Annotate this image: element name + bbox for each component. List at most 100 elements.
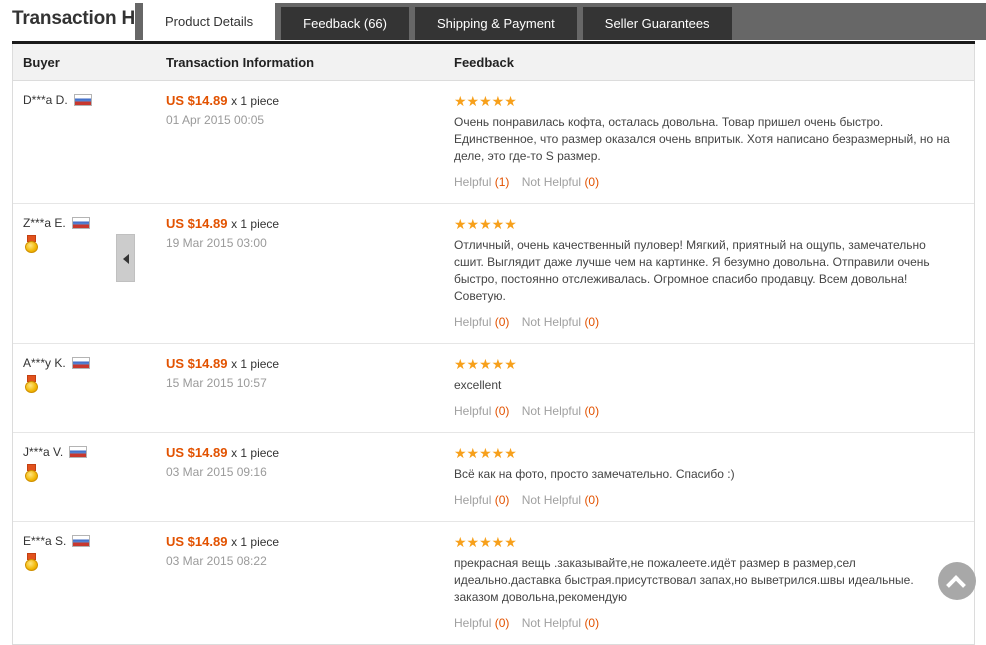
buyer-name-line: E***a S. [23,534,166,548]
star-rating: ★★★★★ [454,216,517,232]
transaction-date: 01 Apr 2015 00:05 [166,113,265,127]
buyer-cell: D***a D. [13,93,166,189]
buyer-name: E***a S. [23,534,67,548]
feedback-cell: ★★★★★ Отличный, очень качественный пулов… [454,216,974,329]
medal-icon [25,235,38,253]
table-row: Z***a E. US $14.89 x 1 piece 19 Mar 2015… [13,204,974,344]
not-helpful-label: Not Helpful [521,404,582,418]
price-quantity: x 1 piece [231,357,280,371]
not-helpful-link[interactable]: Not Helpful (0) [522,493,599,507]
not-helpful-label: Not Helpful [521,616,582,630]
not-helpful-link[interactable]: Not Helpful (0) [522,404,599,418]
column-header-buyer: Buyer [23,54,60,70]
tab-seller-guarantees[interactable]: Seller Guarantees [582,7,732,40]
transaction-cell: US $14.89 x 1 piece 03 Mar 2015 09:16 [166,445,454,507]
helpful-label: Helpful [454,616,492,630]
price-amount: US $14.89 [166,445,228,460]
tab-shipping-payment[interactable]: Shipping & Payment [414,7,577,40]
helpful-link[interactable]: Helpful (1) [454,175,509,189]
medal-icon [25,375,38,393]
feedback-text: Очень понравилась кофта, осталась доволь… [454,115,950,163]
medal-disc [25,470,38,482]
helpful-label: Helpful [454,175,492,189]
star-rating: ★★★★★ [454,534,517,550]
transaction-date: 19 Mar 2015 03:00 [166,236,267,250]
transaction-price: US $14.89 x 1 piece [166,356,454,371]
price-amount: US $14.89 [166,216,228,231]
helpful-count: (0) [494,404,510,418]
table-row: A***y K. US $14.89 x 1 piece 15 Mar 2015… [13,344,974,433]
not-helpful-label: Not Helpful [521,175,582,189]
page-container: Transaction History Product Details Feed… [0,0,986,645]
collapse-panel-handle[interactable] [116,234,135,282]
helpful-row: Helpful (1) Not Helpful (0) [454,175,958,189]
helpful-label: Helpful [454,315,492,329]
tab-bar: Product Details Feedback (66) Shipping &… [135,3,986,40]
helpful-link[interactable]: Helpful (0) [454,315,509,329]
medal-disc [25,241,38,253]
transaction-price: US $14.89 x 1 piece [166,534,454,549]
helpful-label: Helpful [454,493,492,507]
buyer-name-line: J***a V. [23,445,166,459]
helpful-count: (0) [494,315,510,329]
helpful-link[interactable]: Helpful (0) [454,404,509,418]
buyer-name: A***y K. [23,356,66,370]
russia-flag-icon [71,217,90,229]
helpful-row: Helpful (0) Not Helpful (0) [454,493,958,507]
buyer-cell: A***y K. [13,356,166,418]
star-rating: ★★★★★ [454,356,517,372]
scroll-to-top-button[interactable] [938,562,976,600]
not-helpful-label: Not Helpful [521,315,582,329]
table-header-row: Buyer Transaction Information Feedback [13,44,974,81]
buyer-name: J***a V. [23,445,64,459]
transaction-date: 03 Mar 2015 09:16 [166,465,267,479]
not-helpful-link[interactable]: Not Helpful (0) [522,175,599,189]
column-header-feedback: Feedback [454,54,514,70]
not-helpful-link[interactable]: Not Helpful (0) [522,616,599,630]
helpful-row: Helpful (0) Not Helpful (0) [454,315,958,329]
not-helpful-label: Not Helpful [521,493,582,507]
chevron-left-icon [123,254,129,264]
not-helpful-count: (0) [584,175,600,189]
price-amount: US $14.89 [166,93,228,108]
price-quantity: x 1 piece [231,94,280,108]
not-helpful-count: (0) [584,315,600,329]
transaction-cell: US $14.89 x 1 piece 01 Apr 2015 00:05 [166,93,454,189]
transaction-price: US $14.89 x 1 piece [166,93,454,108]
transaction-cell: US $14.89 x 1 piece 03 Mar 2015 08:22 [166,534,454,630]
russia-flag-icon [71,357,90,369]
table-row: E***a S. US $14.89 x 1 piece 03 Mar 2015… [13,522,974,644]
feedback-cell: ★★★★★ Очень понравилась кофта, осталась … [454,93,974,189]
not-helpful-count: (0) [584,404,600,418]
tab-bar-inner: Product Details Feedback (66) Shipping &… [135,3,986,40]
column-header-transaction-information: Transaction Information [166,54,315,70]
buyer-cell: Z***a E. [13,216,166,329]
helpful-link[interactable]: Helpful (0) [454,616,509,630]
chevron-up-icon [946,575,966,595]
helpful-link[interactable]: Helpful (0) [454,493,509,507]
feedback-text: excellent [454,378,502,392]
medal-disc [25,559,38,571]
price-quantity: x 1 piece [231,446,280,460]
price-amount: US $14.89 [166,534,228,549]
buyer-name: D***a D. [23,93,68,107]
transaction-date: 03 Mar 2015 08:22 [166,554,267,568]
buyer-cell: J***a V. [13,445,166,507]
transaction-history-table: Buyer Transaction Information Feedback D… [12,44,975,645]
transaction-cell: US $14.89 x 1 piece 19 Mar 2015 03:00 [166,216,454,329]
helpful-count: (0) [494,616,510,630]
feedback-cell: ★★★★★ excellent Helpful (0) Not Helpful … [454,356,974,418]
buyer-name-line: A***y K. [23,356,166,370]
price-quantity: x 1 piece [231,535,280,549]
star-rating: ★★★★★ [454,93,517,109]
helpful-row: Helpful (0) Not Helpful (0) [454,404,958,418]
medal-icon [25,553,38,571]
not-helpful-link[interactable]: Not Helpful (0) [522,315,599,329]
tab-product-details[interactable]: Product Details [143,3,276,40]
table-row: D***a D. US $14.89 x 1 piece 01 Apr 2015… [13,81,974,204]
tab-feedback[interactable]: Feedback (66) [281,7,409,40]
table-row: J***a V. US $14.89 x 1 piece 03 Mar 2015… [13,433,974,522]
not-helpful-count: (0) [584,616,600,630]
transaction-price: US $14.89 x 1 piece [166,216,454,231]
buyer-name: Z***a E. [23,216,66,230]
